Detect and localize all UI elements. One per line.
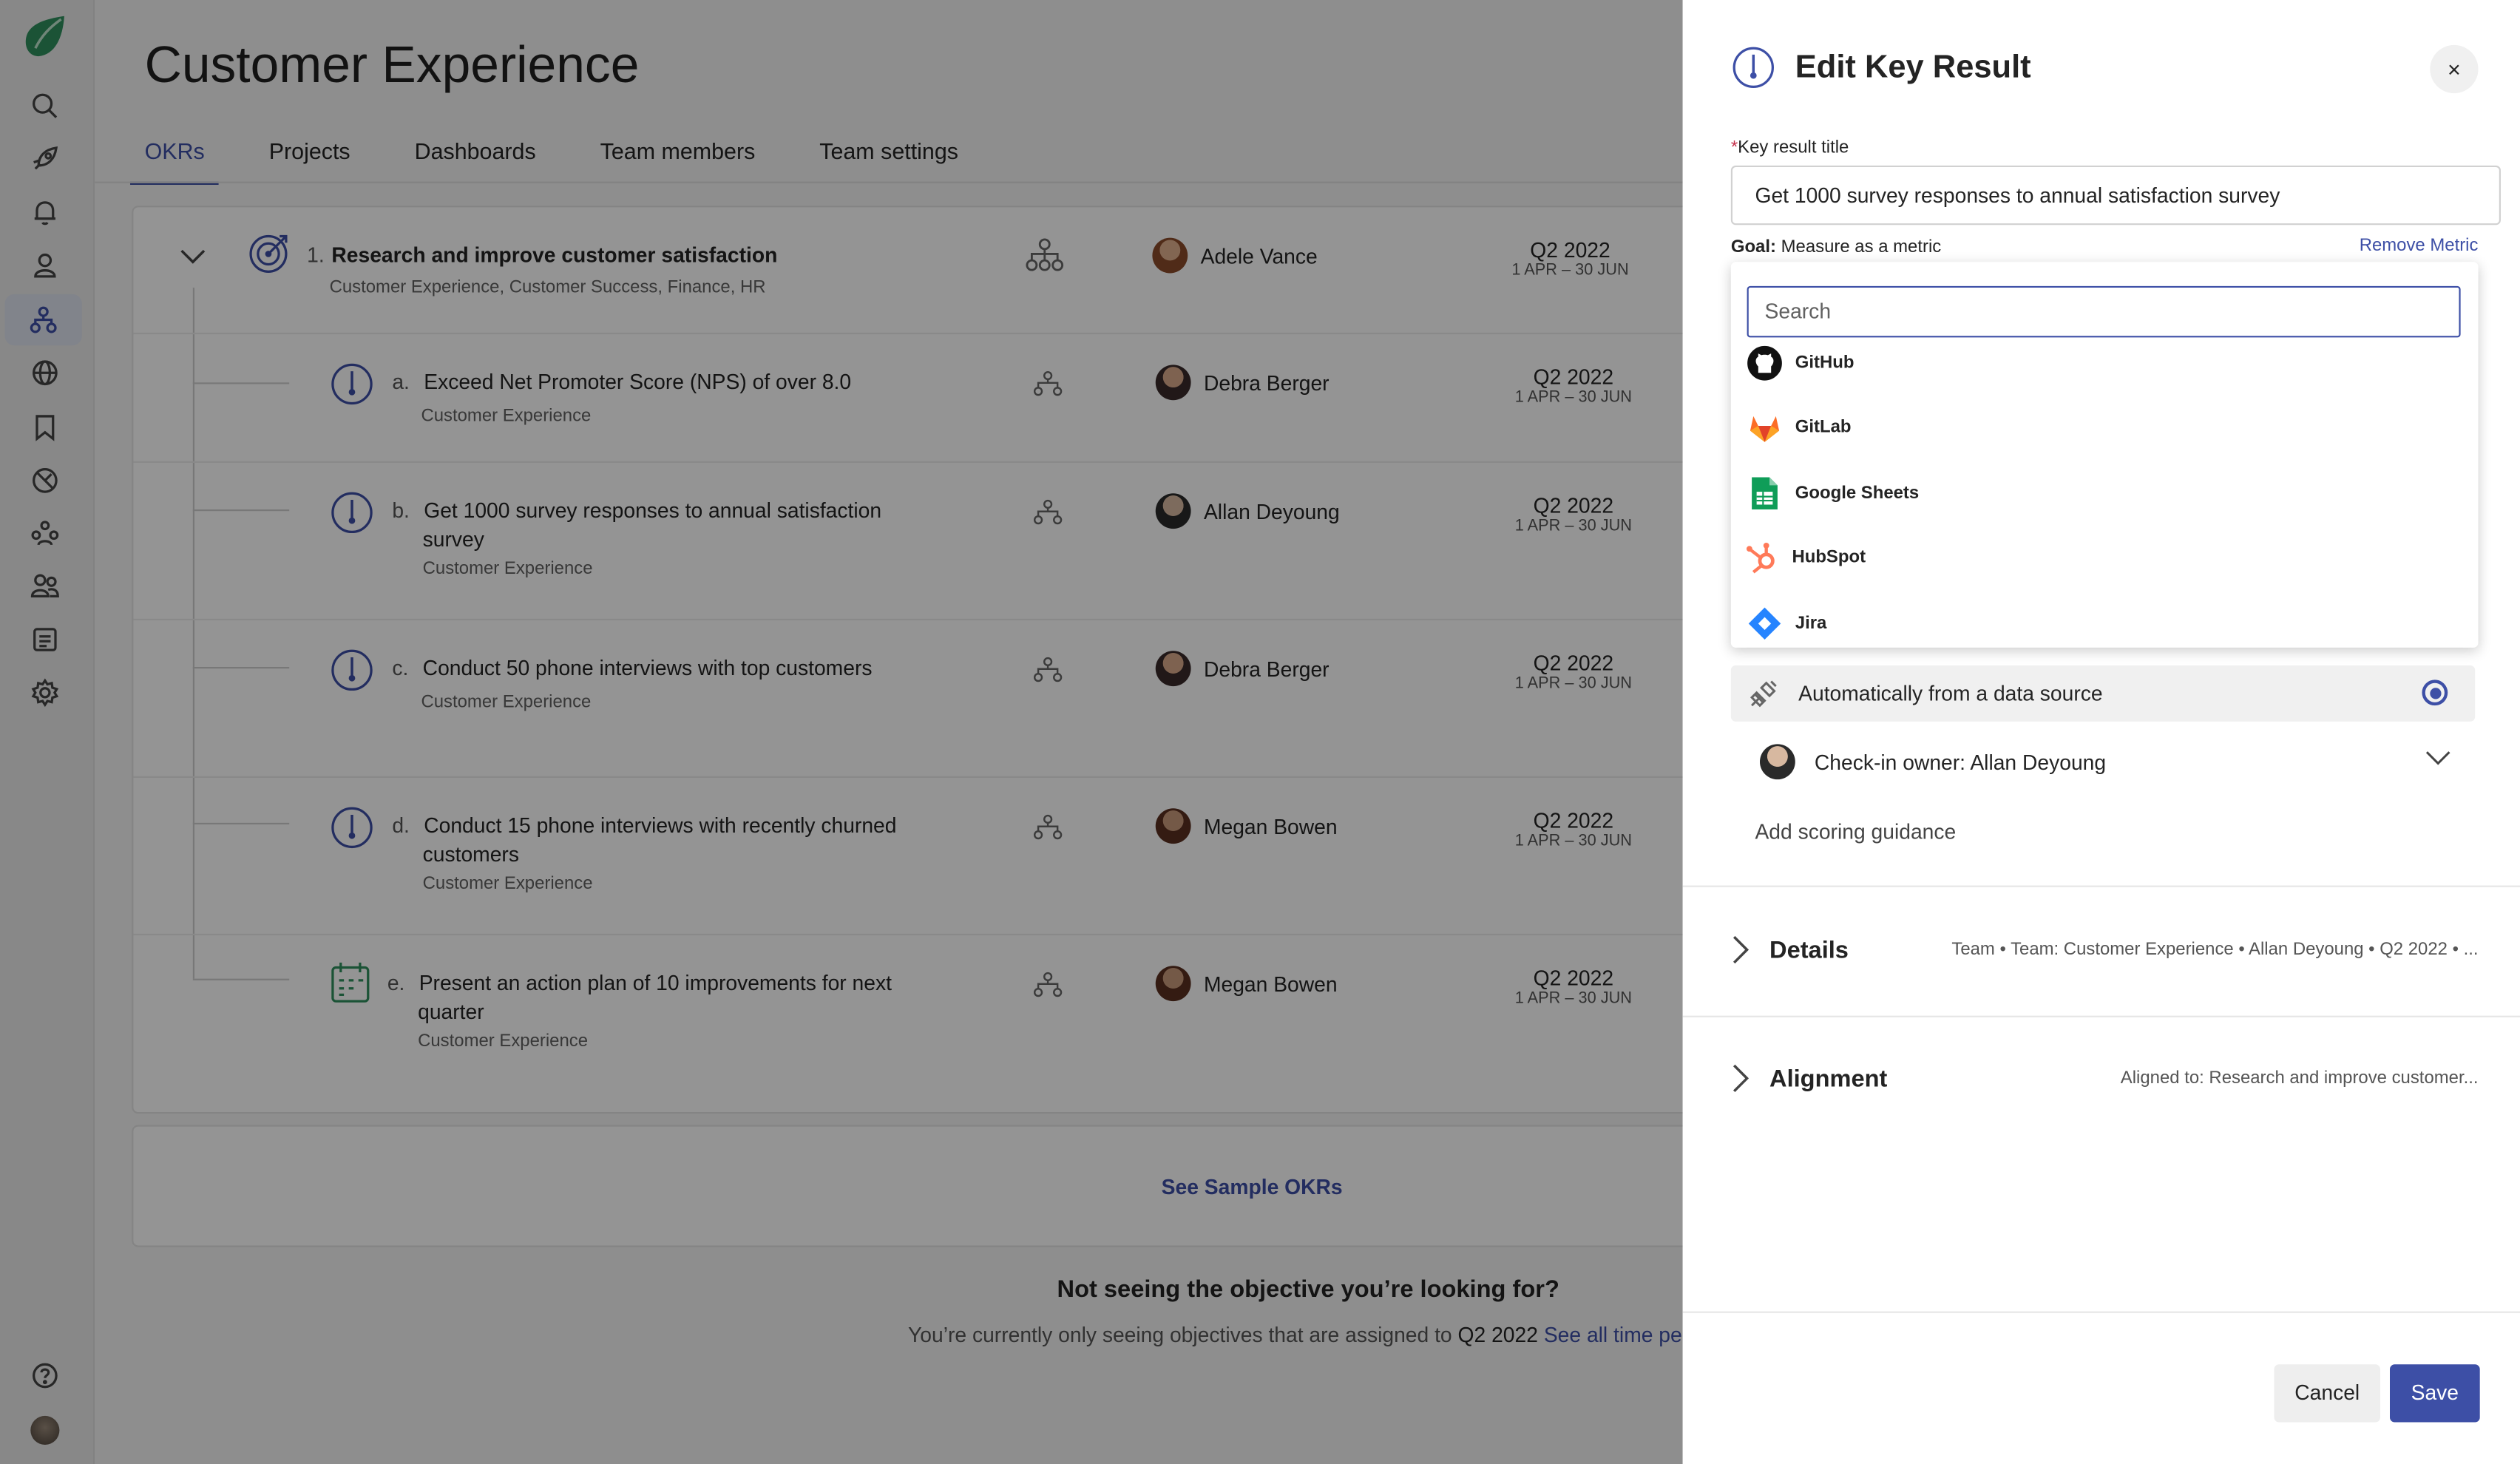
alignment-summary: Aligned to: Research and improve custome… — [2120, 1068, 2479, 1088]
data-source-radio[interactable] — [2422, 680, 2448, 706]
close-button[interactable]: × — [2430, 44, 2479, 94]
details-section[interactable]: Details Team • Team: Customer Experience… — [1731, 935, 2479, 964]
source-option-hubspot[interactable]: HubSpot — [1744, 540, 1866, 575]
chevron-right-icon — [1732, 1064, 1750, 1093]
close-icon: × — [2448, 56, 2461, 82]
jira-icon — [1747, 606, 1783, 641]
cancel-button[interactable]: Cancel — [2274, 1364, 2380, 1423]
source-option-jira[interactable]: Jira — [1747, 606, 1826, 641]
source-option-google-sheets[interactable]: Google Sheets — [1747, 475, 1919, 511]
avatar — [1759, 744, 1795, 780]
github-icon — [1747, 345, 1783, 381]
modal-backdrop[interactable] — [0, 0, 1683, 1464]
panel-title: Edit Key Result — [1795, 49, 2031, 85]
key-result-title-input[interactable]: Get 1000 survey responses to annual sati… — [1730, 165, 2501, 226]
goal-label: Goal: Measure as a metric — [1730, 237, 1942, 257]
key-result-title-label: *Key result title — [1730, 138, 1849, 158]
checkin-owner-select[interactable]: Check-in owner: Allan Deyoung — [1759, 744, 2467, 780]
hubspot-icon — [1744, 540, 1779, 575]
gauge-icon — [1732, 47, 1775, 88]
alignment-section[interactable]: Alignment Aligned to: Research and impro… — [1731, 1064, 2479, 1093]
gitlab-icon — [1747, 410, 1783, 445]
details-summary: Team • Team: Customer Experience • Allan… — [1951, 940, 2479, 960]
data-source-dropdown: Search GitHub GitLab Google Sheets HubSp… — [1730, 262, 2479, 648]
source-option-github[interactable]: GitHub — [1747, 345, 1855, 381]
remove-metric-link[interactable]: Remove Metric — [2360, 237, 2479, 256]
edit-key-result-panel: Edit Key Result × *Key result title Get … — [1682, 0, 2520, 1464]
data-source-search-input[interactable]: Search — [1747, 285, 2461, 338]
data-source-option[interactable]: Automatically from a data source — [1730, 665, 2476, 722]
chevron-down-icon[interactable] — [2425, 750, 2451, 767]
save-button[interactable]: Save — [2389, 1364, 2480, 1423]
chevron-right-icon — [1732, 935, 1750, 964]
add-scoring-guidance-link[interactable]: Add scoring guidance — [1755, 819, 1956, 844]
plug-icon — [1750, 680, 1777, 707]
source-option-gitlab[interactable]: GitLab — [1747, 410, 1852, 445]
google-sheets-icon — [1747, 475, 1783, 511]
